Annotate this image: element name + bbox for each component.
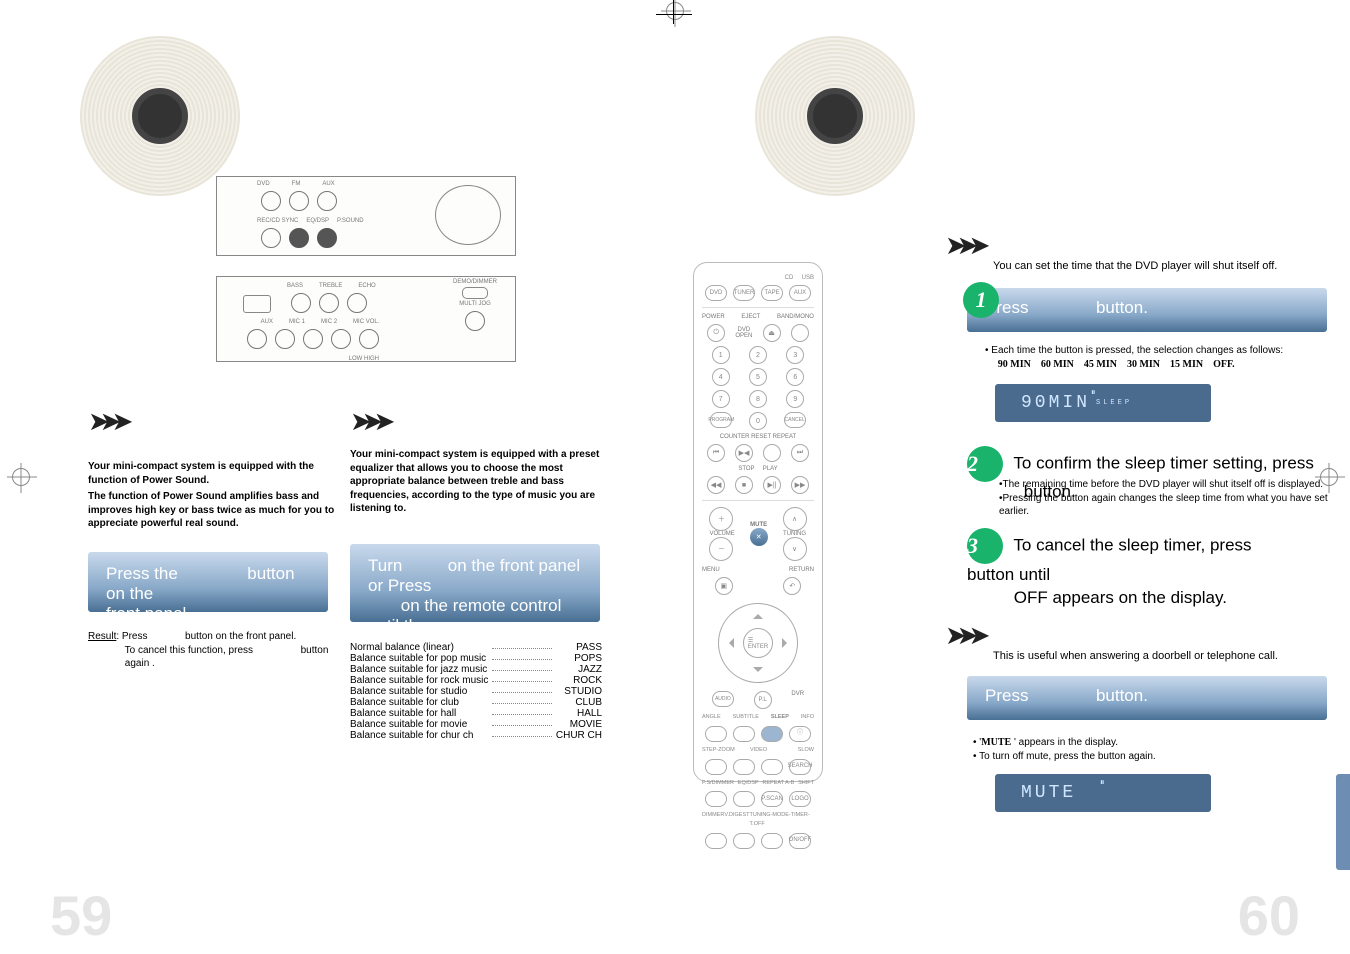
step-text: button. [1096, 298, 1148, 317]
eq-row-label: Balance suitable for rock music [350, 675, 492, 686]
step-text: Press the [106, 564, 178, 583]
remote-label: BAND/MONO [777, 314, 814, 320]
arrows-icon: ➤➤➤ [88, 408, 123, 434]
remote-label-mute: MUTE [750, 522, 768, 528]
power-sound-desc2: The function of Power Sound amplifies ba… [88, 490, 338, 531]
arrows-icon: ➤➤➤ [350, 408, 385, 434]
large-dial [435, 185, 501, 245]
eq-row-value: CLUB [552, 697, 602, 708]
remote-circle [791, 324, 809, 342]
remote-label: TUNING [783, 531, 807, 537]
result-text: : Press [116, 631, 147, 642]
remote-label-sleep: SLEEP [771, 713, 789, 722]
page-right: CD USB DVD TUNER TAPE AUX POWEREJECTBAND… [675, 0, 1350, 954]
menu-icon: ▣ [715, 577, 733, 595]
panel-label: P.SOUND [337, 218, 364, 224]
eq-row-label: Balance suitable for movie [350, 719, 492, 730]
page-number: 60 [1238, 888, 1300, 944]
result-text: button on the front panel. [185, 631, 296, 642]
eject-icon: ⏏ [763, 324, 781, 342]
step-text: Turn [368, 556, 402, 575]
page-left: DVD FM AUX REC/CD SYNC EQ/DSP P.SOUND BA… [0, 0, 675, 954]
eq-desc: Your mini-compact system is equipped wit… [350, 448, 600, 516]
arrows-icon: ➤➤➤ [945, 622, 980, 648]
page-number: 59 [50, 888, 112, 944]
remote-btn-tape: TAPE [761, 285, 783, 301]
device-panel-top: DVD FM AUX REC/CD SYNC EQ/DSP P.SOUND [216, 176, 516, 256]
eq-row-value: MOVIE [552, 719, 602, 730]
step-number: 3 [967, 528, 1003, 564]
step-text: Press [985, 686, 1028, 705]
step-text: front panel. [106, 604, 191, 623]
remote-dpad: ☰ENTER [718, 603, 798, 683]
step-text: on the remote control until the [368, 596, 561, 635]
side-tab [1336, 774, 1350, 870]
eq-row-value: CHUR CH [552, 730, 602, 741]
step-bar: Turn on the front panel or Press on the … [350, 544, 600, 622]
power-sound-desc: Your mini-compact system is equipped wit… [88, 460, 328, 487]
step-number: 1 [963, 282, 999, 318]
remote-btn-aux: AUX [789, 285, 811, 301]
eq-row-value: STUDIO [552, 686, 602, 697]
step-bar: 1 Press button. [967, 288, 1327, 332]
eq-row-value: PASS [552, 642, 602, 653]
remote-label: RETURN [789, 567, 814, 573]
remote-label: EJECT [741, 314, 760, 320]
remote-btn-dvd: DVD [705, 285, 727, 301]
step-bar: Press button. [967, 676, 1327, 720]
result-label: Result [88, 631, 116, 642]
eq-row-label: Balance suitable for chur ch [350, 730, 492, 741]
lcd-display: ⏸ 90MIN SLEEP [995, 384, 1211, 422]
step-number: 2 [967, 446, 1003, 482]
eq-row-label: Balance suitable for jazz music [350, 664, 492, 675]
step-bar: Press the button on the front panel. [88, 552, 328, 612]
eq-row-label: Balance suitable for pop music [350, 653, 492, 664]
eq-row-label: Balance suitable for hall [350, 708, 492, 719]
step-text: button. [1096, 686, 1148, 705]
sleep-sub: •The remaining time before the DVD playe… [999, 478, 1329, 519]
result-text: again . [125, 658, 155, 669]
arrows-icon: ➤➤➤ [945, 232, 980, 258]
remote-label: DVR [791, 691, 804, 709]
remote-control: CD USB DVD TUNER TAPE AUX POWEREJECTBAND… [693, 262, 823, 782]
panel-label: MULTI JOG [453, 301, 497, 307]
panel-label: LOW HIGH [243, 356, 379, 362]
remote-label: VOLUME [709, 531, 734, 537]
remote-label: POWER [702, 314, 725, 320]
eq-table: Normal balance (linear) PASS Balance suita… [350, 642, 602, 741]
remote-btn-tuner: TUNER [733, 285, 755, 301]
power-icon: ⏻ [707, 324, 725, 342]
eq-row-value: JAZZ [552, 664, 602, 675]
result-text: button [301, 645, 329, 656]
result-text: To cancel this function, press [125, 645, 253, 656]
eq-row-label: Balance suitable for studio [350, 686, 492, 697]
mute-notes: • 'MUTE ' appears in the display. • To t… [973, 736, 1293, 763]
headphone-jack [243, 295, 271, 313]
mute-intro: This is useful when answering a doorbell… [993, 648, 1278, 665]
panel-label: DEMO/DIMMER [453, 279, 497, 285]
eq-row-value: ROCK [552, 675, 602, 686]
sleep-intro: You can set the time that the DVD player… [993, 258, 1277, 275]
eq-row-value: POPS [552, 653, 602, 664]
lcd-display: MUTE ⏸ [995, 774, 1211, 812]
disc-illustration [80, 36, 240, 196]
return-icon: ↶ [783, 577, 801, 595]
eq-row-label: Balance suitable for club [350, 697, 492, 708]
result-block: Result: Press button on the front panel.… [88, 630, 338, 671]
remote-label: MENU [702, 567, 720, 573]
eq-row-label: Normal balance (linear) [350, 642, 492, 653]
device-panel-bottom: BASS TREBLE ECHO DEMO/DIMMER MULTI JOG A… [216, 276, 516, 362]
disc-illustration [755, 36, 915, 196]
sleep-bullet: • Each time the button is pressed, the s… [985, 344, 1325, 371]
step-text-row: 3 To cancel the sleep timer, press butto… [967, 528, 1339, 610]
eq-row-value: HALL [552, 708, 602, 719]
